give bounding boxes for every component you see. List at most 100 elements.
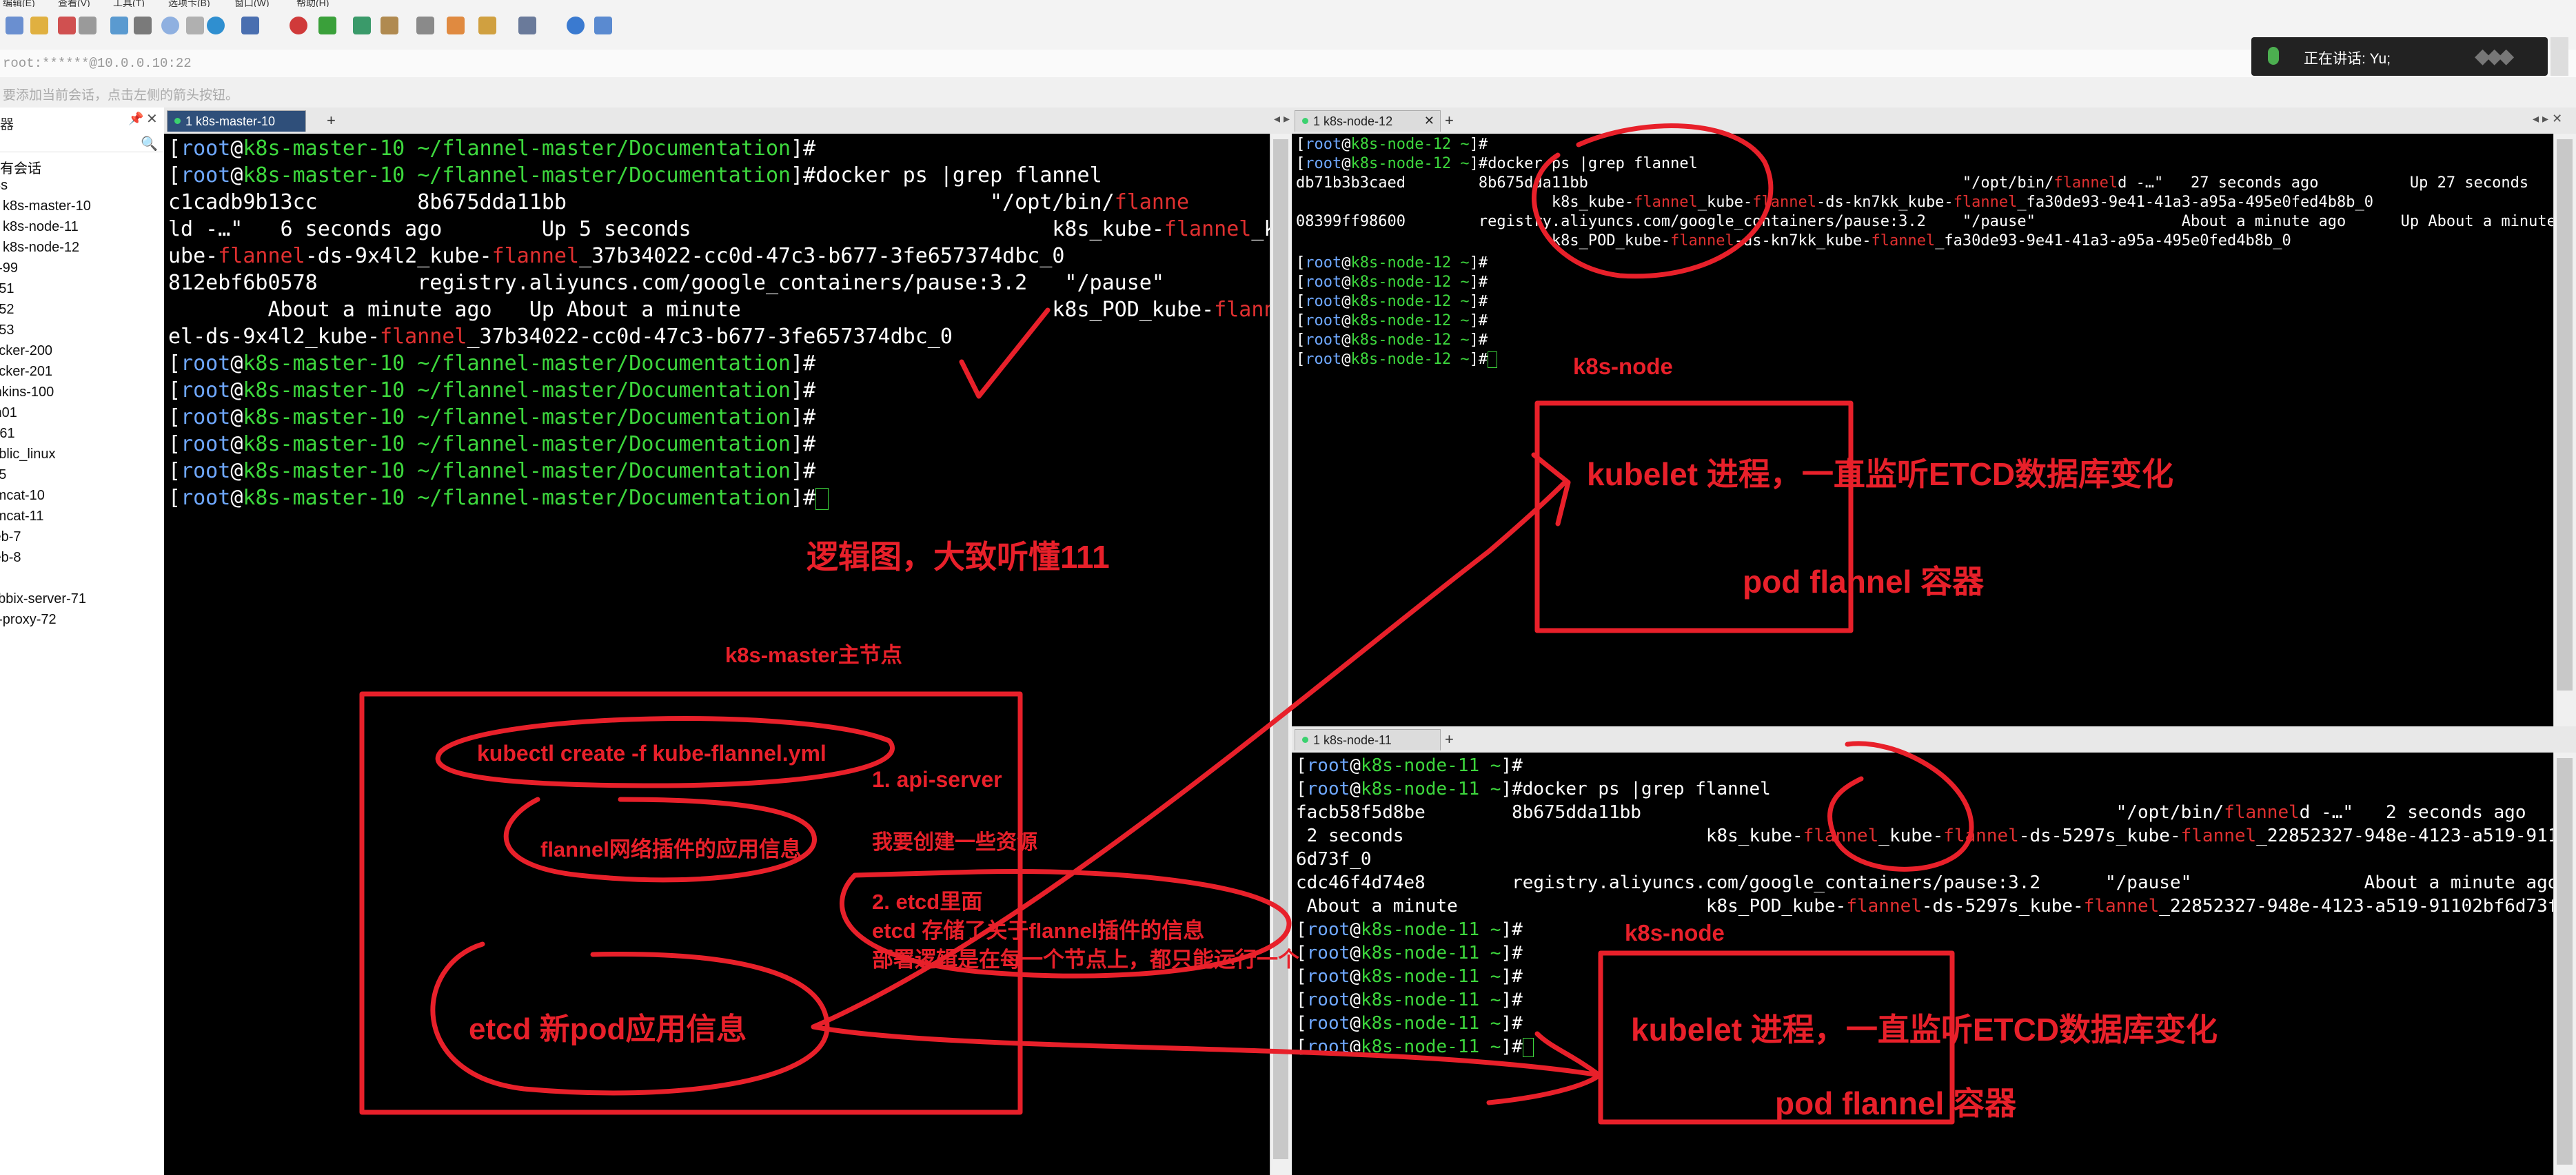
menu-tabs[interactable]: 选项卡(B) (168, 0, 210, 7)
disconnect-icon[interactable] (58, 17, 76, 34)
master-scrollbar[interactable] (1270, 134, 1292, 1175)
session-item[interactable]: tomcat-10 (0, 488, 45, 504)
prompt-path: ~/flannel-master/Documentation (405, 136, 791, 161)
new-tab-button[interactable]: + (1445, 112, 1454, 130)
session-item[interactable]: zabbix-server-71 (0, 591, 86, 607)
prompt-line: [root@k8s-node-12 ~]# (1296, 311, 1488, 331)
session-item[interactable]: docker-201 (0, 364, 52, 380)
session-item[interactable]: m-61 (0, 426, 15, 442)
session-item[interactable]: lb-53 (0, 323, 14, 338)
menu-view[interactable]: 查看(V) (58, 0, 90, 7)
output-text: -ds-9x4l2_kube- (305, 244, 492, 268)
close-tab-icon[interactable]: ✕ (1424, 114, 1434, 128)
keyboard-icon[interactable] (416, 17, 434, 34)
help-icon[interactable] (567, 17, 585, 34)
pin-icon[interactable] (2550, 37, 2568, 76)
session-item[interactable]: k8s-master-10 (3, 198, 91, 214)
prompt-bracket: ]# (1501, 990, 1523, 1010)
node12-scrollbar[interactable] (2553, 134, 2576, 726)
prompt-line: [root@k8s-node-12 ~]#docker ps |grep fla… (1296, 154, 1698, 174)
prompt-bracket: [ (1296, 274, 1306, 291)
globe-icon[interactable] (207, 17, 225, 34)
session-item[interactable]: k8s-node-11 (3, 219, 79, 235)
session-item[interactable]: web-7 (0, 529, 21, 545)
annotation-kubectl: kubectl create -f kube-flannel.yml (477, 741, 826, 766)
tab-nav-icon[interactable]: ◂ ▸ (1274, 112, 1290, 126)
tab-nav-icon[interactable]: ◂ ▸ ✕ (2533, 112, 2562, 126)
tab-k8s-node-11[interactable]: 1 k8s-node-11 (1295, 729, 1441, 750)
open-folder-icon[interactable] (30, 17, 48, 34)
session-item[interactable]: lb-51 (0, 281, 14, 297)
prompt-at: @ (1350, 755, 1361, 776)
output-line: c1cadb9b13cc 8b675dda11bb "/opt/bin/flan… (168, 189, 1189, 216)
pin-icon[interactable]: 📌 (128, 112, 143, 126)
prompt-path: ~ (1451, 293, 1470, 310)
session-item[interactable]: public_linux (0, 447, 56, 462)
node11-scrollbar[interactable] (2553, 753, 2576, 1175)
grep-highlight: flannel (1803, 826, 1879, 846)
prompt-path: ~ (1479, 919, 1501, 940)
copy-icon[interactable] (186, 17, 204, 34)
chat-icon[interactable] (594, 17, 612, 34)
session-item[interactable]: cd-99 (0, 260, 18, 276)
session-item[interactable]: docker-200 (0, 343, 52, 359)
output-text: _kube- (1697, 194, 1753, 211)
new-window-icon[interactable] (110, 17, 128, 34)
prompt-bracket: [ (168, 136, 181, 161)
terminal-k8s-node-12[interactable]: [root@k8s-node-12 ~]# [root@k8s-node-12 ~… (1292, 134, 2553, 726)
session-item[interactable]: lb-52 (0, 302, 14, 318)
session-item[interactable]: tomcat-11 (0, 509, 43, 524)
output-text: -ds-5297s_kube- (1921, 896, 2084, 917)
prompt-path: ~ (1479, 943, 1501, 963)
close-icon[interactable]: ✕ (146, 110, 158, 127)
menu-bar: 编辑(E) 查看(V) 工具(T) 选项卡(B) 窗口(W) 帮助(H) (0, 0, 2576, 7)
layout-icon[interactable] (518, 17, 536, 34)
output-text: db71b3b3caed 8b675dda11bb "/opt/bin/ (1296, 174, 2054, 192)
prompt-bracket: [ (1296, 351, 1306, 368)
prompt-user: root (181, 163, 231, 187)
reconnect-icon[interactable] (79, 17, 97, 34)
lock-icon[interactable] (381, 17, 398, 34)
session-item[interactable]: lb-5 (0, 467, 6, 483)
layout-icon[interactable] (478, 17, 496, 34)
menu-tools[interactable]: 工具(T) (113, 0, 145, 7)
menu-edit[interactable]: 编辑(E) (3, 0, 35, 7)
menu-window[interactable]: 窗口(W) (234, 0, 270, 7)
session-item[interactable]: k8s (0, 178, 8, 194)
session-item[interactable]: web-8 (0, 550, 21, 566)
output-text: About a minute ago Up About a minute k8s… (168, 298, 1215, 322)
search-icon[interactable]: 🔍 (141, 135, 158, 152)
session-item[interactable]: vm01 (0, 405, 17, 421)
menu-help[interactable]: 帮助(H) (296, 0, 329, 7)
prompt-user: root (1306, 990, 1350, 1010)
prompt-bracket: [ (1296, 1013, 1307, 1034)
scroll-thumb[interactable] (2557, 139, 2573, 691)
new-tab-button[interactable]: + (327, 112, 336, 130)
session-item[interactable]: nx-proxy-72 (0, 612, 57, 628)
new-tab-button[interactable]: + (1445, 730, 1454, 748)
session-search-bar[interactable]: 🔍 (0, 134, 163, 152)
fullscreen-icon[interactable] (353, 17, 371, 34)
scroll-thumb[interactable] (2557, 758, 2573, 1165)
tab-k8s-master-10[interactable]: 1 k8s-master-10 (167, 110, 306, 132)
properties-icon[interactable] (134, 17, 152, 34)
prompt-line: [root@k8s-master-10 ~/flannel-master/Doc… (168, 350, 815, 377)
session-item[interactable]: k8s-node-12 (3, 240, 79, 256)
new-session-icon[interactable] (6, 17, 23, 34)
tab-k8s-node-12[interactable]: 1 k8s-node-12 ✕ (1295, 110, 1441, 132)
xshell-icon[interactable] (318, 17, 336, 34)
address-bar[interactable]: root:******@10.0.0.10:22 (0, 50, 2576, 78)
font-icon[interactable] (241, 17, 259, 34)
session-item[interactable]: 所有会话 (0, 157, 41, 177)
search-icon[interactable] (161, 17, 179, 34)
xftp-icon[interactable] (290, 17, 307, 34)
grep-highlight: flannel (2083, 896, 2160, 917)
prompt-path: ~ (1479, 966, 1501, 987)
output-text: 2 seconds k8s_kube- (1296, 826, 1803, 846)
scroll-thumb[interactable] (1273, 139, 1288, 1159)
prompt-line: [root@k8s-node-12 ~]# (1296, 254, 1488, 273)
session-item[interactable]: jenkins-100 (0, 385, 54, 400)
compose-icon[interactable] (447, 17, 465, 34)
output-text: _k (1251, 217, 1270, 241)
prompt-line: [root@k8s-node-11 ~]# (1296, 988, 1523, 1012)
